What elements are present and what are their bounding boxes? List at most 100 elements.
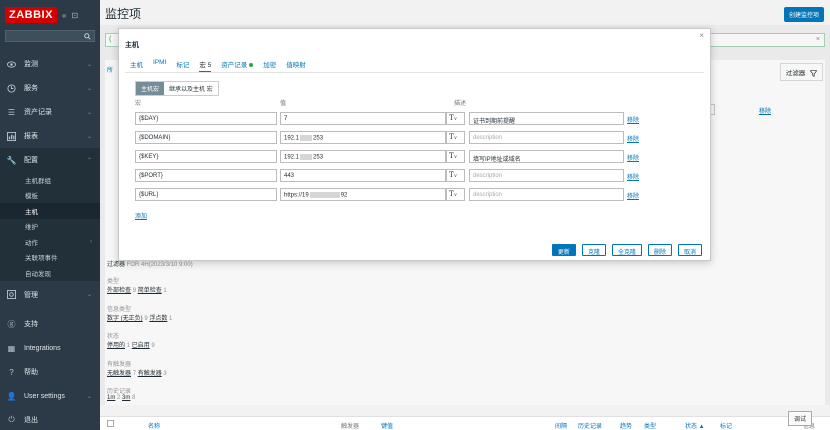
admin-icon bbox=[7, 290, 16, 299]
col-interval[interactable]: 间隔 bbox=[555, 421, 567, 430]
macro-name-input[interactable]: {$URL} bbox=[135, 188, 277, 201]
create-item-button[interactable]: 创建监控项 bbox=[783, 7, 824, 22]
chevron-down-icon: ⌄ bbox=[86, 61, 92, 68]
chevron-down-icon: ∨ bbox=[453, 173, 458, 179]
macro-row: {$DAY} 7 T∨ 证书到期前提醒 移除 bbox=[135, 112, 655, 125]
update-button[interactable]: 更新 bbox=[551, 244, 576, 256]
remove-macro-link[interactable]: 移除 bbox=[627, 134, 639, 143]
chevron-down-icon: ⌄ bbox=[86, 85, 92, 92]
debug-button[interactable]: 调试 bbox=[787, 411, 812, 426]
remove-macro-link[interactable]: 移除 bbox=[627, 191, 639, 200]
macro-value-input[interactable]: 443 bbox=[280, 169, 446, 182]
col-type[interactable]: 类型 bbox=[644, 421, 656, 430]
col-key[interactable]: 键值 bbox=[381, 421, 393, 430]
nav-administration[interactable]: 管理 ⌄ bbox=[0, 283, 100, 307]
search-input[interactable] bbox=[5, 30, 95, 42]
nav-user-settings[interactable]: 👤 User settings ⌄ bbox=[0, 384, 100, 408]
macro-description-input[interactable]: description bbox=[469, 188, 624, 201]
value-type-dropdown[interactable]: T∨ bbox=[446, 131, 465, 144]
macro-name-input[interactable]: {$DOMAIN} bbox=[135, 131, 277, 144]
sidebar-item-hosts[interactable]: 主机 bbox=[0, 203, 100, 219]
kiosk-mode-icon[interactable]: ⊡ bbox=[71, 11, 78, 20]
cancel-button[interactable]: 取消 bbox=[677, 244, 702, 256]
redacted-mask bbox=[300, 154, 313, 160]
tab-tags[interactable]: 标记 bbox=[176, 59, 189, 73]
col-trends[interactable]: 趋势 bbox=[620, 421, 632, 430]
remove-macro-link[interactable]: 移除 bbox=[627, 172, 639, 181]
nav-monitoring[interactable]: 监测 ⌄ bbox=[0, 52, 100, 76]
nav-services[interactable]: 服务 ⌄ bbox=[0, 76, 100, 100]
macro-description-input[interactable]: 填写IP地址或域名 bbox=[469, 150, 624, 163]
select-all-checkbox[interactable] bbox=[107, 420, 114, 427]
col-status[interactable]: 状态 ▲ bbox=[685, 421, 705, 430]
clone-button[interactable]: 克隆 bbox=[581, 244, 606, 256]
close-icon[interactable]: × bbox=[699, 31, 704, 40]
sidebar-item-maintenance[interactable]: 维护 bbox=[0, 218, 100, 234]
nav-reports[interactable]: 报表 ⌄ bbox=[0, 124, 100, 148]
macro-description-input[interactable]: description bbox=[469, 131, 624, 144]
col-history[interactable]: 历史记录 bbox=[578, 421, 602, 430]
macro-value-text: 192.1 bbox=[284, 154, 300, 161]
collapse-sidebar-icon[interactable]: « bbox=[62, 11, 66, 20]
chevron-down-icon: ⌄ bbox=[86, 393, 92, 400]
tab-value-mapping[interactable]: 值映射 bbox=[286, 59, 306, 73]
nav-help[interactable]: ? 帮助 bbox=[0, 360, 100, 384]
value-type-dropdown[interactable]: T∨ bbox=[446, 188, 465, 201]
macro-value-input[interactable]: 192.1 253 bbox=[280, 150, 446, 163]
redacted-mask bbox=[309, 192, 340, 198]
eye-icon bbox=[7, 60, 16, 69]
chevron-right-icon: › bbox=[90, 238, 92, 245]
macro-value-text: 253 bbox=[313, 135, 324, 142]
add-macro-link[interactable]: 添加 bbox=[135, 211, 147, 220]
macro-name-input[interactable]: {$KEY} bbox=[135, 150, 277, 163]
page-title: 监控项 bbox=[105, 7, 142, 21]
nav-integrations[interactable]: ▦ Integrations bbox=[0, 336, 100, 360]
tab-host[interactable]: 主机 bbox=[130, 59, 143, 73]
macro-value-input[interactable]: 192.1 253 bbox=[280, 131, 446, 144]
nav-label: User settings bbox=[24, 392, 65, 400]
macro-value-text: 7 bbox=[284, 116, 288, 122]
delete-button[interactable]: 删除 bbox=[647, 244, 672, 256]
radio-inherited-macros[interactable]: 继承以及主机 宏 bbox=[164, 82, 218, 95]
remove-macro-link[interactable]: 移除 bbox=[627, 153, 639, 162]
macro-value-input[interactable]: https://19 92 bbox=[280, 188, 446, 201]
macro-description-input[interactable]: description bbox=[469, 169, 624, 182]
nav-configuration[interactable]: 🔧 配置 ⌃ bbox=[0, 148, 100, 172]
col-name[interactable]: 名称 bbox=[148, 421, 160, 430]
sidebar-item-discovery[interactable]: 自动发现 bbox=[0, 265, 100, 281]
macro-value-text: 192.1 bbox=[284, 135, 300, 142]
tab-ipmi[interactable]: IPMI bbox=[153, 59, 166, 73]
sidebar-item-actions[interactable]: 动作 › bbox=[0, 234, 100, 250]
nav-inventory[interactable]: ☰ 资产记录 ⌄ bbox=[0, 100, 100, 124]
full-clone-button[interactable]: 全克隆 bbox=[611, 244, 642, 256]
nav-support[interactable]: ⓖ 支持 bbox=[0, 312, 100, 336]
sidebar-item-templates[interactable]: 模板 bbox=[0, 187, 100, 203]
value-type-dropdown[interactable]: T∨ bbox=[446, 112, 465, 125]
col-head-value: 值 bbox=[280, 101, 287, 107]
macro-name-input[interactable]: {$PORT} bbox=[135, 169, 277, 182]
wrench-icon: 🔧 bbox=[6, 155, 17, 165]
nav-label: 配置 bbox=[24, 157, 38, 164]
sidebar-item-host-groups[interactable]: 主机群组 bbox=[0, 172, 100, 188]
macro-description-input[interactable]: 证书到期前提醒 bbox=[469, 112, 624, 125]
macro-name-input[interactable]: {$DAY} bbox=[135, 112, 277, 125]
value-type-dropdown[interactable]: T∨ bbox=[446, 150, 465, 163]
macro-row: {$PORT} 443 T∨ description 移除 bbox=[135, 169, 655, 182]
tab-inventory[interactable]: 资产记录 bbox=[221, 59, 254, 73]
chevron-up-icon: ⌃ bbox=[86, 157, 92, 164]
search-icon bbox=[84, 32, 91, 40]
support-icon: ⓖ bbox=[7, 319, 16, 329]
col-head-description: 描述 bbox=[454, 101, 467, 107]
zabbix-logo[interactable]: ZABBIX bbox=[5, 7, 57, 23]
tab-macros[interactable]: 宏 5 bbox=[199, 59, 212, 73]
tab-encryption[interactable]: 加密 bbox=[263, 59, 276, 73]
value-type-dropdown[interactable]: T∨ bbox=[446, 169, 465, 182]
macro-value-text: 443 bbox=[284, 173, 295, 179]
dialog-tabs: 主机 IPMI 标记 宏 5 资产记录 加密 值映射 bbox=[130, 59, 316, 73]
remove-macro-link[interactable]: 移除 bbox=[627, 115, 639, 124]
macro-scope-toggle: 主机宏 继承以及主机 宏 bbox=[135, 81, 219, 96]
macro-value-input[interactable]: 7 bbox=[280, 112, 446, 125]
radio-host-macros[interactable]: 主机宏 bbox=[136, 82, 165, 95]
nav-sign-out[interactable]: ⏻ 退出 bbox=[0, 408, 100, 430]
sidebar-item-event-correlation[interactable]: 关联项事件 bbox=[0, 249, 100, 265]
